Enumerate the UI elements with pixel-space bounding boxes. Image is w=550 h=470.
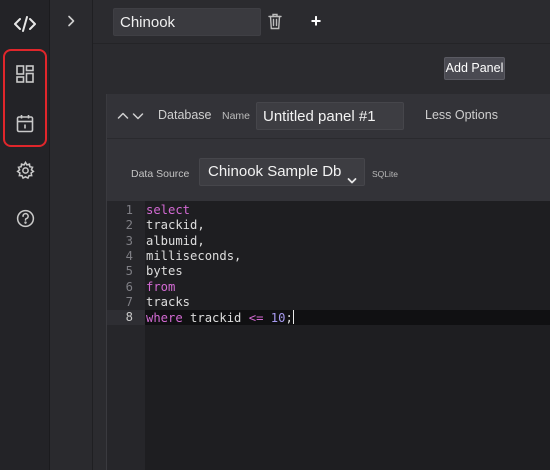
line-number: 4 <box>125 248 133 263</box>
datasource-select[interactable]: Chinook Sample Db <box>199 158 365 186</box>
code-text: trackid, <box>146 218 205 233</box>
help-icon[interactable] <box>13 206 37 230</box>
code-text: select <box>146 203 191 217</box>
add-panel-button[interactable]: Add Panel <box>444 57 505 80</box>
line-number: 6 <box>125 279 133 294</box>
project-name-input[interactable] <box>113 8 261 36</box>
panel: Database Name Less Options Data Source C… <box>106 94 550 470</box>
code-line[interactable]: 3 albumid, <box>107 234 550 249</box>
page-area: Add Panel Database Name Less Options Dat… <box>93 45 550 470</box>
code-text: bytes <box>146 264 183 279</box>
sidebar-collapsed <box>50 0 93 470</box>
panel-header: Database Name Less Options <box>107 94 550 139</box>
code-text: milliseconds, <box>146 248 242 263</box>
line-number: 8 <box>107 310 145 326</box>
datasource-label: Data Source <box>131 168 190 180</box>
code-line[interactable]: 1 select <box>107 203 550 218</box>
chevron-right-icon[interactable] <box>63 11 79 31</box>
gear-icon[interactable] <box>13 158 37 182</box>
code-line[interactable]: 6 from <box>107 280 550 295</box>
line-number: 3 <box>125 233 133 248</box>
line-number: 5 <box>125 264 133 279</box>
code-text: from <box>146 279 176 294</box>
datasource-value: Chinook Sample Db <box>208 163 342 180</box>
code-line[interactable]: 2 trackid, <box>107 218 550 233</box>
less-options-toggle[interactable]: Less Options <box>425 108 498 122</box>
code-text: tracks <box>146 294 191 309</box>
code-line[interactable]: 8 where trackid <= 10; <box>107 310 550 326</box>
chevron-down-icon <box>347 168 357 194</box>
code-text: albumid, <box>146 233 205 248</box>
datasource-row: Data Source Chinook Sample Db SQLite <box>107 139 550 201</box>
line-number: 7 <box>125 294 133 309</box>
highlight-annotation <box>3 49 47 147</box>
code-line[interactable]: 4 milliseconds, <box>107 249 550 264</box>
trash-icon[interactable] <box>268 13 282 30</box>
code-line[interactable]: 5 bytes <box>107 264 550 279</box>
panel-name-input[interactable] <box>256 102 404 130</box>
line-number: 1 <box>125 203 133 217</box>
panel-name-label: Name <box>222 110 251 122</box>
add-page-button[interactable]: + <box>308 11 324 31</box>
tab-database[interactable]: Database <box>158 108 212 122</box>
chevron-down-icon[interactable] <box>132 109 144 121</box>
icon-rail <box>0 0 50 470</box>
code-text: where trackid <= 10; <box>146 310 294 326</box>
code-line[interactable]: 7 tracks <box>107 295 550 310</box>
chevron-up-icon[interactable] <box>117 109 129 121</box>
line-number: 2 <box>125 218 133 233</box>
sql-editor[interactable]: 1 select 2 trackid, 3 albumid, 4 milliseconds, 5… <box>107 201 550 470</box>
project-bar: + <box>93 0 550 44</box>
code-icon[interactable] <box>13 12 37 36</box>
datasource-type: SQLite <box>372 169 398 179</box>
